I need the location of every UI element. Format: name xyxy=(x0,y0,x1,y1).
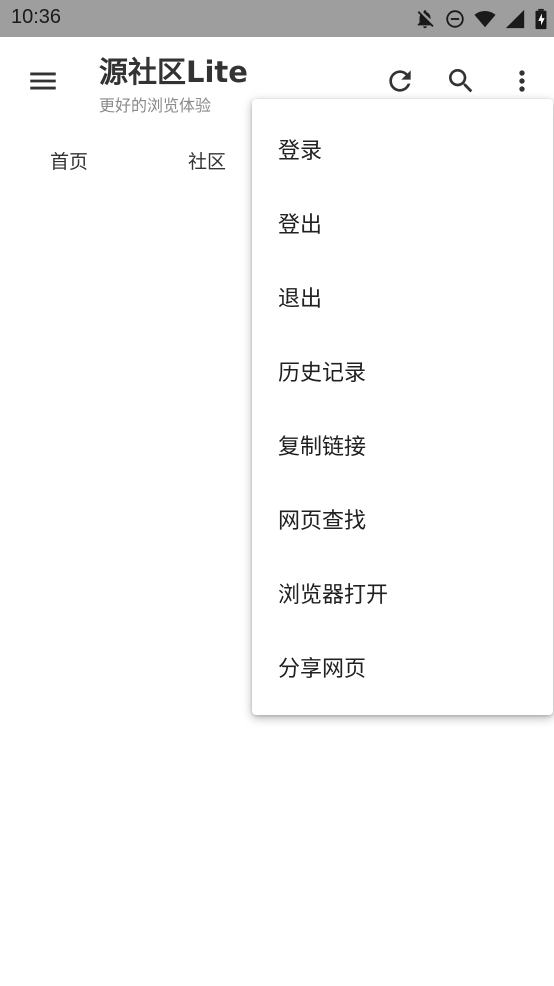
refresh-button[interactable] xyxy=(378,59,422,103)
status-bar: 10:36 xyxy=(0,0,554,37)
status-icons xyxy=(414,6,548,32)
overflow-menu: 登录 登出 退出 历史记录 复制链接 网页查找 浏览器打开 分享网页 xyxy=(252,99,553,715)
menu-item-find-in-page[interactable]: 网页查找 xyxy=(252,482,553,556)
search-icon xyxy=(449,69,473,93)
tab-home[interactable]: 首页 xyxy=(50,147,88,174)
tab-community[interactable]: 社区 xyxy=(188,147,226,174)
battery-charging-icon xyxy=(534,8,548,30)
signal-icon xyxy=(504,8,526,30)
menu-item-open-in-browser[interactable]: 浏览器打开 xyxy=(252,556,553,630)
search-button[interactable] xyxy=(439,59,483,103)
more-vert-icon xyxy=(519,70,525,92)
menu-item-copy-link[interactable]: 复制链接 xyxy=(252,408,553,482)
menu-item-history[interactable]: 历史记录 xyxy=(252,334,553,408)
more-options-button[interactable] xyxy=(500,59,544,103)
menu-item-exit[interactable]: 退出 xyxy=(252,260,553,334)
menu-icon xyxy=(30,72,56,90)
status-time: 10:36 xyxy=(11,6,62,28)
notifications-off-icon xyxy=(414,8,436,30)
wifi-icon xyxy=(474,8,496,30)
refresh-icon xyxy=(389,70,411,92)
app-subtitle: 更好的浏览体验 xyxy=(99,96,212,115)
menu-item-share-page[interactable]: 分享网页 xyxy=(252,630,553,704)
menu-item-login[interactable]: 登录 xyxy=(252,112,553,186)
do-not-disturb-icon xyxy=(444,8,466,30)
navigation-menu-button[interactable] xyxy=(23,61,63,101)
menu-item-logout[interactable]: 登出 xyxy=(252,186,553,260)
app-title: 源社区Lite xyxy=(99,55,248,89)
